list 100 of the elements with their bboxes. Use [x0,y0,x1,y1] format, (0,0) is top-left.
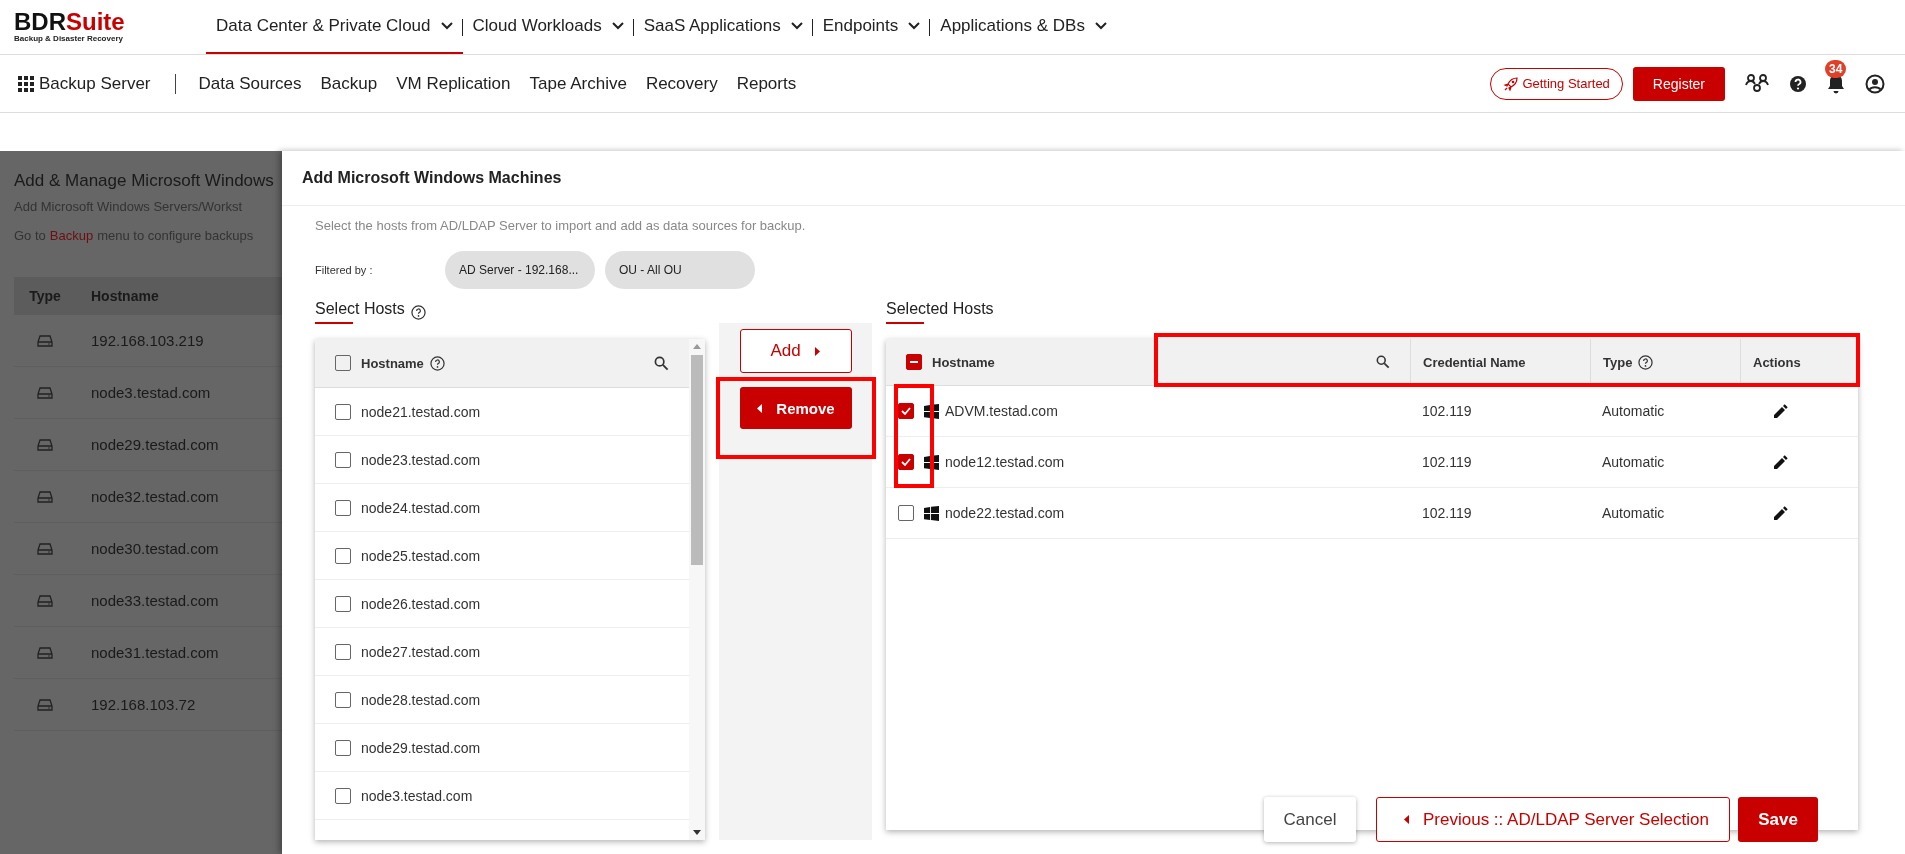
table-cell: Automatic [1602,505,1665,521]
description-text: Select the hosts from AD/LDAP Server to import and add as data sources for backup. [315,218,806,233]
table-cell: Automatic [1602,454,1665,470]
windows-icon [924,403,939,419]
rocket-icon [1503,75,1520,92]
help-icon[interactable] [1789,74,1807,93]
top-nav-tab[interactable]: Data Center & Private Cloud [206,0,463,54]
getting-started-button[interactable]: Getting Started [1490,67,1623,100]
app-switcher[interactable]: Backup Server [18,73,151,94]
drive-icon [37,646,53,659]
search-icon[interactable] [654,355,669,371]
scrollbar[interactable] [689,339,705,840]
top-nav-tab[interactable]: Cloud Workloads [462,0,634,54]
checkbox[interactable] [335,643,351,660]
column-header: Type [1603,354,1633,370]
table-cell-text: 192.168.103.219 [90,332,204,349]
add-button[interactable]: Add [739,329,852,373]
checkbox[interactable] [335,691,351,708]
hostname-text: node12.testad.com [945,454,1065,470]
checkbox[interactable] [335,739,351,756]
scroll-down-icon[interactable] [693,830,701,836]
hostname-text: node27.testad.com [361,643,481,660]
top-nav-tab[interactable]: SaaS Applications [633,0,813,54]
menu-link[interactable]: VM Replication [396,73,511,94]
user-icon[interactable] [1865,73,1885,94]
menu-link[interactable]: Reports [736,73,797,94]
checkbox[interactable] [335,595,351,612]
chevron-down-icon [908,22,921,30]
cancel-button[interactable]: Cancel [1264,797,1356,842]
notification-badge: 34 [1825,59,1847,78]
column-header: Hostname [90,288,159,304]
search-icon[interactable] [1376,355,1390,369]
table-cell-text: node29.testad.com [90,436,219,453]
table-cell: 102.119 [1422,505,1472,521]
grid-icon [18,75,34,92]
checkbox[interactable] [906,354,922,370]
help-icon[interactable] [410,304,426,320]
hostname-text: node26.testad.com [361,595,481,612]
column-header: Hostname [361,355,424,371]
checkbox[interactable] [898,454,914,470]
menu-link[interactable]: Recovery [645,73,718,94]
checkbox[interactable] [335,403,351,420]
chevron-down-icon [790,22,803,30]
chevron-down-icon [440,22,453,30]
menu-link[interactable]: Tape Archive [529,73,627,94]
drive-icon [37,438,53,451]
table-cell: Automatic [1602,403,1665,419]
drive-icon [37,490,53,503]
scroll-up-icon[interactable] [693,343,701,349]
register-button[interactable]: Register [1632,66,1725,101]
filter-chip[interactable]: OU - All OU [605,251,755,289]
top-nav-tab[interactable]: Applications & DBs [930,0,1117,54]
help-icon[interactable] [1638,354,1654,370]
hostname-text: node23.testad.com [361,451,481,468]
hostname-text: node3.testad.com [361,787,473,804]
drive-icon [37,698,53,711]
section-title: Selected Hosts [886,300,994,324]
pencil-icon[interactable] [1774,506,1788,520]
pencil-icon[interactable] [1774,455,1788,469]
hostname-text: node29.testad.com [361,739,481,756]
checkbox[interactable] [335,547,351,564]
drive-icon [37,386,53,399]
modal-title: Add Microsoft Windows Machines [282,151,1905,206]
table-cell: 102.119 [1422,454,1472,470]
windows-icon [924,505,939,521]
table-cell-text: node31.testad.com [90,644,219,661]
filter-chip[interactable]: AD Server - 192.168... [445,251,595,289]
remove-button[interactable]: Remove [739,387,852,429]
chevron-down-icon [611,22,624,30]
filter-label: Filtered by : [315,264,374,276]
drive-icon [37,594,53,607]
table-cell: 102.119 [1422,403,1472,419]
column-header: Credential Name [1423,354,1526,370]
menu-link[interactable]: Data Sources [198,73,302,94]
caret-left-icon [756,403,763,413]
checkbox[interactable] [335,451,351,468]
page-title: Add & Manage Microsoft Windows [14,171,274,191]
windows-icon [924,454,939,470]
table-cell-text: node30.testad.com [90,540,219,557]
brand-logo[interactable]: BDRSuite [14,10,125,34]
hostname-text: node24.testad.com [361,499,481,516]
save-button[interactable]: Save [1738,797,1818,842]
top-nav-tab[interactable]: Endpoints [812,0,931,54]
people-icon[interactable] [1745,72,1769,95]
column-header: Type [28,288,62,304]
table-cell-text: 192.168.103.72 [90,696,196,713]
pencil-icon[interactable] [1774,404,1788,418]
previous-button[interactable]: Previous :: AD/LDAP Server Selection [1376,797,1730,842]
checkbox[interactable] [335,355,351,371]
checkbox[interactable] [335,787,351,804]
menu-link[interactable]: Backup [320,73,378,94]
help-icon[interactable] [429,355,445,371]
chevron-down-icon [1094,22,1107,30]
column-header: Hostname [932,354,995,370]
checkbox[interactable] [898,505,914,521]
checkbox[interactable] [898,403,914,419]
drive-icon [37,334,53,347]
checkmark-icon [900,405,912,417]
checkbox[interactable] [335,499,351,516]
caret-left-icon [1403,815,1409,824]
